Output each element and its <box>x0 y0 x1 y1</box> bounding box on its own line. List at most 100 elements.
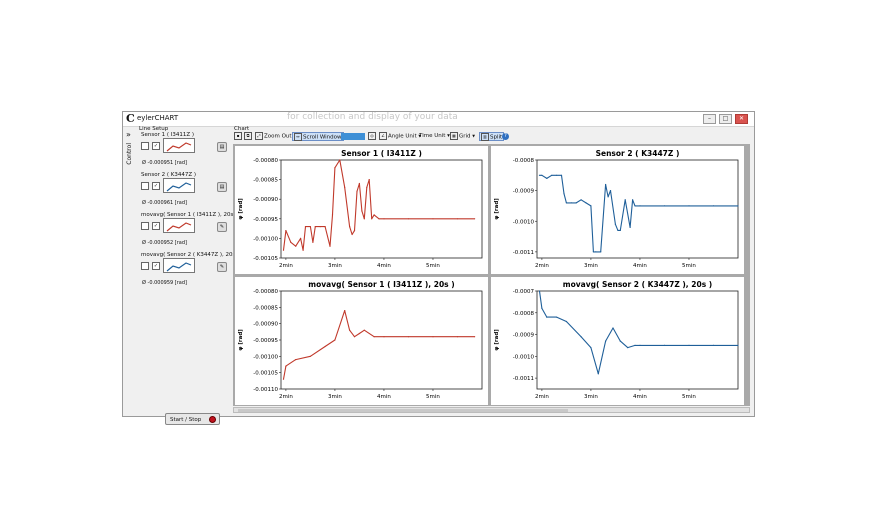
chart-icon[interactable] <box>141 182 149 190</box>
chart-svg: movavg( Sensor 1 ( I3411Z ), 20s ) -0.000… <box>238 280 483 400</box>
data-point <box>353 336 356 338</box>
plot-movavg-sensor-1[interactable]: movavg( Sensor 1 ( I3411Z ), 20s ) -0.000… <box>235 277 488 405</box>
data-point <box>607 196 609 198</box>
start-stop-button[interactable]: Start / Stop <box>165 413 220 425</box>
control-tab-label: Control <box>126 143 133 165</box>
data-point <box>324 226 326 228</box>
control-side-tab[interactable]: » Control <box>126 130 136 165</box>
scrollbar-thumb[interactable] <box>238 409 568 412</box>
line-setup-item[interactable]: Sensor 1 ( I3411Z ) ✓ ▤ Ø -0.000951 [rad… <box>141 132 229 170</box>
data-point <box>309 226 311 228</box>
split-icon: ▥ <box>481 133 489 141</box>
collapse-chevron-icon[interactable]: » <box>126 130 136 139</box>
app-logo: C <box>126 112 135 125</box>
y-tick-label: -0.0010 <box>513 219 535 225</box>
scroll-window-field[interactable] <box>341 133 365 140</box>
check-icon[interactable]: ✓ <box>152 142 160 150</box>
line-style-preview[interactable] <box>163 218 195 233</box>
line-style-preview[interactable] <box>163 258 195 273</box>
delete-icon[interactable]: ▤ <box>217 142 227 152</box>
line-setup-item[interactable]: Sensor 2 ( K3447Z ) ✓ ▤ Ø -0.000961 [rad… <box>141 172 229 210</box>
chart-title: Sensor 1 ( I3411Z ) <box>341 149 422 158</box>
edit-icon[interactable]: ✎ <box>217 222 227 232</box>
zoom-out-button[interactable]: ⤢ Zoom Out <box>255 132 292 141</box>
save-icon[interactable]: ▪ <box>234 132 243 141</box>
data-point <box>373 214 375 216</box>
data-point <box>358 182 360 185</box>
data-point <box>575 202 577 204</box>
data-point <box>712 205 715 207</box>
data-point <box>546 177 548 179</box>
help-icon[interactable]: ? <box>502 133 509 140</box>
zoom-out-icon: ⤢ <box>255 132 263 140</box>
check-icon[interactable]: ✓ <box>152 182 160 190</box>
data-point <box>580 199 582 201</box>
data-point <box>282 249 285 251</box>
minimize-button[interactable]: – <box>703 114 716 124</box>
y-axis-label: φ [rad] <box>494 198 500 220</box>
check-icon[interactable]: ✓ <box>152 262 160 270</box>
data-point <box>358 332 360 335</box>
plot-frame <box>536 290 739 390</box>
plot-sensor-2[interactable]: Sensor 2 ( K3447Z ) -0.0008 -0.0009 -0.0010… <box>491 146 744 274</box>
delete-icon[interactable]: ▤ <box>217 182 227 192</box>
grid-icon: ▦ <box>450 132 458 140</box>
x-tick-label: 5min <box>426 263 440 269</box>
grid-dropdown[interactable]: ▦ Grid ▾ <box>450 132 475 141</box>
data-point <box>344 310 346 312</box>
scroll-window-button[interactable]: ↔ Scroll Window <box>292 132 344 141</box>
y-tick-label: -0.00105 <box>253 256 278 262</box>
integral-icon[interactable] <box>141 262 149 270</box>
y-tick-label: -0.00080 <box>253 289 278 295</box>
y-tick-label: -0.00080 <box>253 158 278 164</box>
data-point <box>663 205 666 207</box>
data-point <box>570 202 572 204</box>
pan-icon[interactable]: ◎ <box>368 132 377 141</box>
chart-title: movavg( Sensor 1 ( I3411Z ), 20s ) <box>308 280 454 289</box>
data-point <box>383 218 385 220</box>
title-bar: C eylerCHART for collection and display … <box>123 112 754 127</box>
x-tick-label: 4min <box>633 263 647 269</box>
y-tick-label: -0.00085 <box>253 178 278 184</box>
check-icon[interactable]: ✓ <box>152 222 160 230</box>
y-tick-label: -0.00100 <box>253 354 278 360</box>
plot-movavg-sensor-2[interactable]: movavg( Sensor 2 ( K3447Z ), 20s ) -0.000… <box>491 277 744 405</box>
data-point <box>551 174 553 176</box>
time-unit-dropdown[interactable]: Time Unit ▾ <box>419 132 450 141</box>
split-button[interactable]: ▥ Split <box>479 132 505 141</box>
data-point <box>663 344 666 346</box>
data-point <box>349 329 351 331</box>
x-tick-label: 4min <box>377 394 391 400</box>
y-tick-label: -0.0011 <box>513 250 534 256</box>
scroll-window-icon: ↔ <box>294 133 302 141</box>
copy-icon[interactable]: ⧉ <box>244 132 253 141</box>
close-button[interactable]: ✕ <box>735 114 748 124</box>
data-point <box>329 245 331 247</box>
line-style-preview[interactable] <box>163 178 195 193</box>
horizontal-scrollbar[interactable] <box>233 407 750 413</box>
data-point <box>378 218 380 220</box>
data-point <box>605 340 607 342</box>
maximize-button[interactable]: □ <box>719 114 732 124</box>
y-tick-label: -0.00090 <box>253 322 278 328</box>
data-point <box>624 199 626 201</box>
y-tick-label: -0.0008 <box>513 311 535 317</box>
data-point <box>556 316 558 318</box>
edit-icon[interactable]: ✎ <box>217 262 227 272</box>
line-setup-item[interactable]: movavg( Sensor 2 ( K3447Z ), 20s ) ✓ ✎ Ø… <box>141 252 239 290</box>
y-tick-label: -0.00090 <box>253 197 278 203</box>
chart-icon[interactable] <box>141 142 149 150</box>
x-tick-label: 4min <box>633 394 647 400</box>
data-point <box>737 344 739 346</box>
data-point <box>688 205 690 207</box>
data-point <box>353 230 356 232</box>
plot-frame <box>280 159 483 259</box>
line-setup-item[interactable]: movavg( Sensor 1 ( I3411Z ), 20s ) ✓ ✎ Ø… <box>141 212 237 250</box>
line-style-preview[interactable] <box>163 138 195 153</box>
integral-icon[interactable] <box>141 222 149 230</box>
plot-sensor-1[interactable]: Sensor 1 ( I3411Z ) -0.00080 -0.00085 -0.00… <box>235 146 488 274</box>
line-value: Ø -0.000951 [rad] <box>142 160 187 166</box>
angle-unit-dropdown[interactable]: ∠ Angle Unit ▾ <box>379 132 421 141</box>
chart-panel: Chart ▪ ⧉ ⤢ Zoom Out ↔ Scroll Window ◎ ∠ An… <box>232 126 754 416</box>
data-point <box>639 205 641 207</box>
